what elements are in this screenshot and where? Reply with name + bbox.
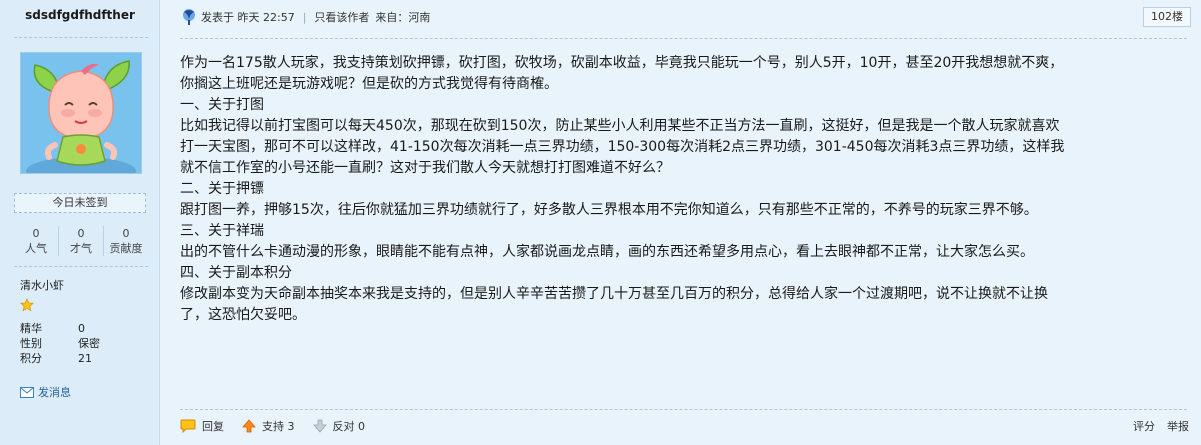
section-heading: 二、关于押镖 <box>180 181 264 197</box>
reply-icon <box>180 419 196 433</box>
divider <box>180 409 1187 410</box>
divider <box>14 266 148 267</box>
content-line: 打一天宝图，那可不可以这样改，41-150次每次消耗一点三界功绩，150-300… <box>180 139 1065 155</box>
only-author-link[interactable]: 只看该作者 <box>314 9 369 25</box>
rate-button[interactable]: 评分 <box>1133 418 1155 434</box>
content-line: 就不信工作室的小号还能一直刷？这对于我们散人今天就想打打图难道不好么？ <box>180 160 670 176</box>
stat-talent[interactable]: 0 才气 <box>58 226 103 256</box>
divider <box>180 38 1187 39</box>
post-origin: 来自：河南 <box>375 11 431 24</box>
content-line: 你搁这上班呢还是玩游戏呢？但是砍的方式我觉得有待商榷。 <box>180 76 558 92</box>
user-stats: 0 人气 0 才气 0 贡献度 <box>14 226 148 256</box>
section-heading: 三、关于祥瑞 <box>180 223 264 239</box>
support-button[interactable]: 支持 3 <box>242 418 295 434</box>
content-line: 出的不管什么卡通动漫的形象，眼睛能不能有点神，人家都说画龙点睛，画的东西还希望多… <box>180 244 1034 260</box>
content-line: 跟打图一养，押够15次，往后你就猛加三界功绩就行了，好多散人三界根本用不完你知道… <box>180 202 1038 218</box>
content-line: 比如我记得以前打宝图可以每天450次，那现在砍到150次，防止某些小人利用某些不… <box>180 118 1060 134</box>
post-content: 作为一名175散人玩家，我支持策划砍押镖，砍打图，砍牧场，砍副本收益，毕竟我只能… <box>180 53 1180 326</box>
post-time: 发表于 昨天 22:57 <box>201 11 295 24</box>
arrow-down-icon <box>312 419 327 433</box>
post-container: sdsdfgdfhdfther 今日未签到 0 人气 0 才气 0 贡献度 清水… <box>0 0 1201 445</box>
post-main: 发表于 昨天 22:57 | 只看该作者 来自：河南 102楼 作为一名175散… <box>160 0 1201 445</box>
info-row: 性别 保密 <box>20 337 100 350</box>
send-message-link[interactable]: 发消息 <box>20 384 71 400</box>
report-button[interactable]: 举报 <box>1167 418 1189 434</box>
floor-number[interactable]: 102楼 <box>1143 7 1191 27</box>
user-group[interactable]: 清水小虾 <box>20 277 64 293</box>
reply-button[interactable]: 回复 <box>180 418 224 434</box>
post-tools: 评分 举报 <box>1133 418 1189 434</box>
oppose-button[interactable]: 反对 0 <box>312 418 365 434</box>
avatar-image <box>21 53 141 173</box>
info-row: 精华 0 <box>20 322 85 335</box>
username[interactable]: sdsdfgdfhdfther <box>0 8 160 22</box>
section-heading: 四、关于副本积分 <box>180 265 292 281</box>
stat-popularity[interactable]: 0 人气 <box>14 226 58 256</box>
divider: | <box>302 10 307 24</box>
stat-contribution[interactable]: 0 贡献度 <box>103 226 148 256</box>
content-line: 修改副本变为天命副本抽奖本来我是支持的，但是别人辛辛苦苦攒了几十万甚至几百万的积… <box>180 286 1048 302</box>
avatar[interactable] <box>20 52 142 174</box>
user-info: 精华 0 性别 保密 积分 21 <box>20 321 100 366</box>
divider <box>14 37 148 38</box>
post-header: 发表于 昨天 22:57 | 只看该作者 来自：河南 <box>180 8 430 26</box>
arrow-up-icon <box>242 419 256 433</box>
sign-status[interactable]: 今日未签到 <box>14 193 146 213</box>
section-heading: 一、关于打图 <box>180 97 264 113</box>
post-actions: 回复 支持 3 反对 0 <box>180 418 383 434</box>
content-line: 作为一名175散人玩家，我支持策划砍押镖，砍打图，砍牧场，砍副本收益，毕竟我只能… <box>180 55 1064 71</box>
content-line: 了，这恐怕欠妥吧。 <box>180 307 306 323</box>
info-row: 积分 21 <box>20 352 92 365</box>
user-panel: sdsdfgdfhdfther 今日未签到 0 人气 0 才气 0 贡献度 清水… <box>0 0 160 445</box>
star-icon <box>20 297 34 316</box>
envelope-icon <box>20 386 34 398</box>
user-status-icon <box>183 9 195 25</box>
